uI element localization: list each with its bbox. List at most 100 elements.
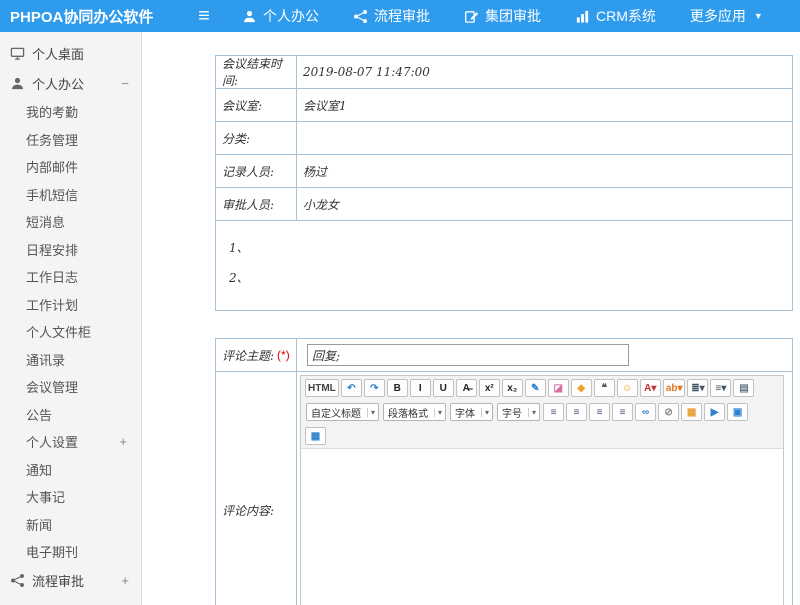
emoticon-button[interactable]: ☺ — [617, 379, 638, 397]
sidebar-subitem[interactable]: 工作日志 — [0, 263, 141, 291]
nav-item-personal-office[interactable]: 个人办公 — [242, 6, 319, 26]
sidebar-item-label: 手机短信 — [26, 185, 78, 204]
align-center-button[interactable]: ≡ — [566, 403, 587, 421]
sidebar-subitem[interactable]: 会议管理 — [0, 373, 141, 401]
strikethrough-button[interactable]: A̶ — [456, 379, 477, 397]
save-button[interactable]: ▣ — [727, 403, 748, 421]
blockquote-button[interactable]: ❝ — [594, 379, 615, 397]
field-value: 会议室1 — [297, 89, 792, 121]
field-value: 小龙女 — [297, 188, 792, 220]
app-title: PHPOA协同办公软件 — [0, 6, 192, 27]
sidebar-subitem[interactable]: 公告 — [0, 401, 141, 429]
underline-button[interactable]: U — [433, 379, 454, 397]
sidebar-item-label: 通知 — [26, 460, 52, 479]
meeting-info-table: 会议结束时间: 2019-08-07 11:47:00 会议室: 会议室1 分类… — [215, 55, 793, 311]
sidebar-subitem[interactable]: 新闻 — [0, 511, 141, 539]
bold-button[interactable]: B — [387, 379, 408, 397]
align-left-button[interactable]: ≡ — [543, 403, 564, 421]
sidebar-subitem[interactable]: 电子期刊 — [0, 538, 141, 566]
nav-label: 流程审批 — [374, 6, 430, 26]
highlight-color-button[interactable]: ab▾ — [663, 379, 686, 397]
new-document-button[interactable]: ▤ — [733, 379, 754, 397]
editor-button-glyph: ◆ — [577, 383, 585, 394]
nav-item-group-approval[interactable]: 集团审批 — [464, 6, 541, 26]
undo-button[interactable]: ↶ — [341, 379, 362, 397]
editor-content-area[interactable] — [301, 449, 783, 605]
editor-button-glyph: ab▾ — [666, 383, 683, 394]
image-button[interactable]: ▦ — [681, 403, 702, 421]
sidebar-subitem[interactable]: 任务管理 — [0, 126, 141, 154]
sidebar-subitem[interactable]: 大事记 — [0, 483, 141, 511]
sidebar-item-desktop[interactable]: 个人桌面 — [0, 38, 141, 68]
main-content: 会议结束时间: 2019-08-07 11:47:00 会议室: 会议室1 分类… — [142, 32, 800, 605]
sidebar-item-label: 通讯录 — [26, 350, 65, 369]
person-icon — [242, 9, 257, 24]
media-button[interactable]: ▶ — [704, 403, 725, 421]
font-size-select[interactable]: 字号 ▾ — [497, 403, 540, 421]
sidebar: 个人桌面 个人办公 − 我的考勤 任务管理 内部邮件 手机短信 — [0, 32, 142, 605]
sidebar-subitem[interactable]: 通讯录 — [0, 346, 141, 374]
nav-item-crm[interactable]: CRM系统 — [575, 6, 656, 26]
flow-icon — [353, 9, 368, 24]
editor-button-glyph: ↶ — [347, 383, 355, 394]
format-painter-button[interactable]: ✎ — [525, 379, 546, 397]
link-button[interactable]: ∞ — [635, 403, 656, 421]
table-row: 记录人员: 杨过 — [216, 155, 792, 188]
table-row: 评论内容: HTML ↶ — [216, 372, 792, 605]
align-justify-button[interactable]: ≡ — [612, 403, 633, 421]
sidebar-item-workflow-approval[interactable]: 流程审批 + — [0, 566, 141, 596]
subject-label: 评论主题: — [222, 347, 274, 364]
editor-toolbar-row2: 自定义标题 ▾ 段落格式 ▾ 字体 — [301, 400, 783, 424]
desktop-icon — [10, 46, 25, 61]
sidebar-subitem[interactable]: 内部邮件 — [0, 153, 141, 181]
chevron-down-icon: ▾ — [481, 408, 489, 417]
sidebar-subitem[interactable]: 短消息 — [0, 208, 141, 236]
redo-button[interactable]: ↷ — [364, 379, 385, 397]
field-label: 审批人员: — [216, 188, 297, 220]
sidebar-subitem[interactable]: 工作计划 — [0, 291, 141, 319]
font-color-button[interactable]: A▾ — [640, 379, 661, 397]
sidebar-subitem[interactable]: 个人设置 + — [0, 428, 141, 456]
unlink-button[interactable]: ⊘ — [658, 403, 679, 421]
sidebar-subitem[interactable]: 我的考勤 — [0, 98, 141, 126]
eraser-button[interactable]: ◪ — [548, 379, 569, 397]
sidebar-item-label: 大事记 — [26, 487, 65, 506]
remove-format-button[interactable]: ◆ — [571, 379, 592, 397]
field-value — [297, 339, 792, 371]
sidebar-subitem[interactable]: 通知 — [0, 456, 141, 484]
nav-item-more-apps[interactable]: 更多应用 ▼ — [690, 6, 763, 26]
ordered-list-button[interactable]: ≣▾ — [687, 379, 708, 397]
heading-select[interactable]: 自定义标题 ▾ — [306, 403, 379, 421]
align-right-button[interactable]: ≡ — [589, 403, 610, 421]
expand-icon[interactable]: + — [121, 573, 129, 588]
nav-item-workflow-approval[interactable]: 流程审批 — [353, 6, 430, 26]
collapse-icon[interactable]: − — [121, 76, 129, 91]
editor-button-glyph: A▾ — [644, 383, 656, 394]
top-nav: 个人办公 流程审批 集团审批 CRM系统 更多应用 ▼ — [242, 6, 763, 26]
sidebar-subitem[interactable]: 手机短信 — [0, 181, 141, 209]
superscript-button[interactable]: x² — [479, 379, 500, 397]
expand-icon: + — [119, 434, 127, 449]
sidebar-item-personal-office[interactable]: 个人办公 − — [0, 68, 141, 98]
insert-table-button[interactable]: ▦ — [305, 427, 326, 445]
comment-form-table: 评论主题: (*) 评论内容: HTML — [215, 338, 793, 605]
field-label: 记录人员: — [216, 155, 297, 187]
unordered-list-button[interactable]: ≡▾ — [710, 379, 731, 397]
editor-button-glyph: ▤ — [739, 383, 748, 394]
editor-button-glyph: ≡▾ — [716, 383, 727, 394]
italic-button[interactable]: I — [410, 379, 431, 397]
paragraph-format-select[interactable]: 段落格式 ▾ — [383, 403, 446, 421]
sidebar-item-label: 短消息 — [26, 212, 65, 231]
hamburger-menu-icon[interactable]: ≡ — [192, 6, 216, 26]
editor-button-glyph: ☺ — [622, 383, 632, 394]
editor-button-glyph: ▦ — [687, 407, 696, 418]
font-family-select[interactable]: 字体 ▾ — [450, 403, 493, 421]
sidebar-subitem[interactable]: 个人文件柜 — [0, 318, 141, 346]
editor-button-glyph: ↷ — [370, 383, 378, 394]
sidebar-subitem[interactable]: 日程安排 — [0, 236, 141, 264]
html-source-button[interactable]: HTML — [305, 379, 339, 397]
sidebar-item-label: 工作计划 — [26, 295, 78, 314]
subscript-button[interactable]: x₂ — [502, 379, 523, 397]
editor-button-glyph: ❝ — [602, 383, 607, 394]
comment-subject-input[interactable] — [307, 344, 629, 366]
